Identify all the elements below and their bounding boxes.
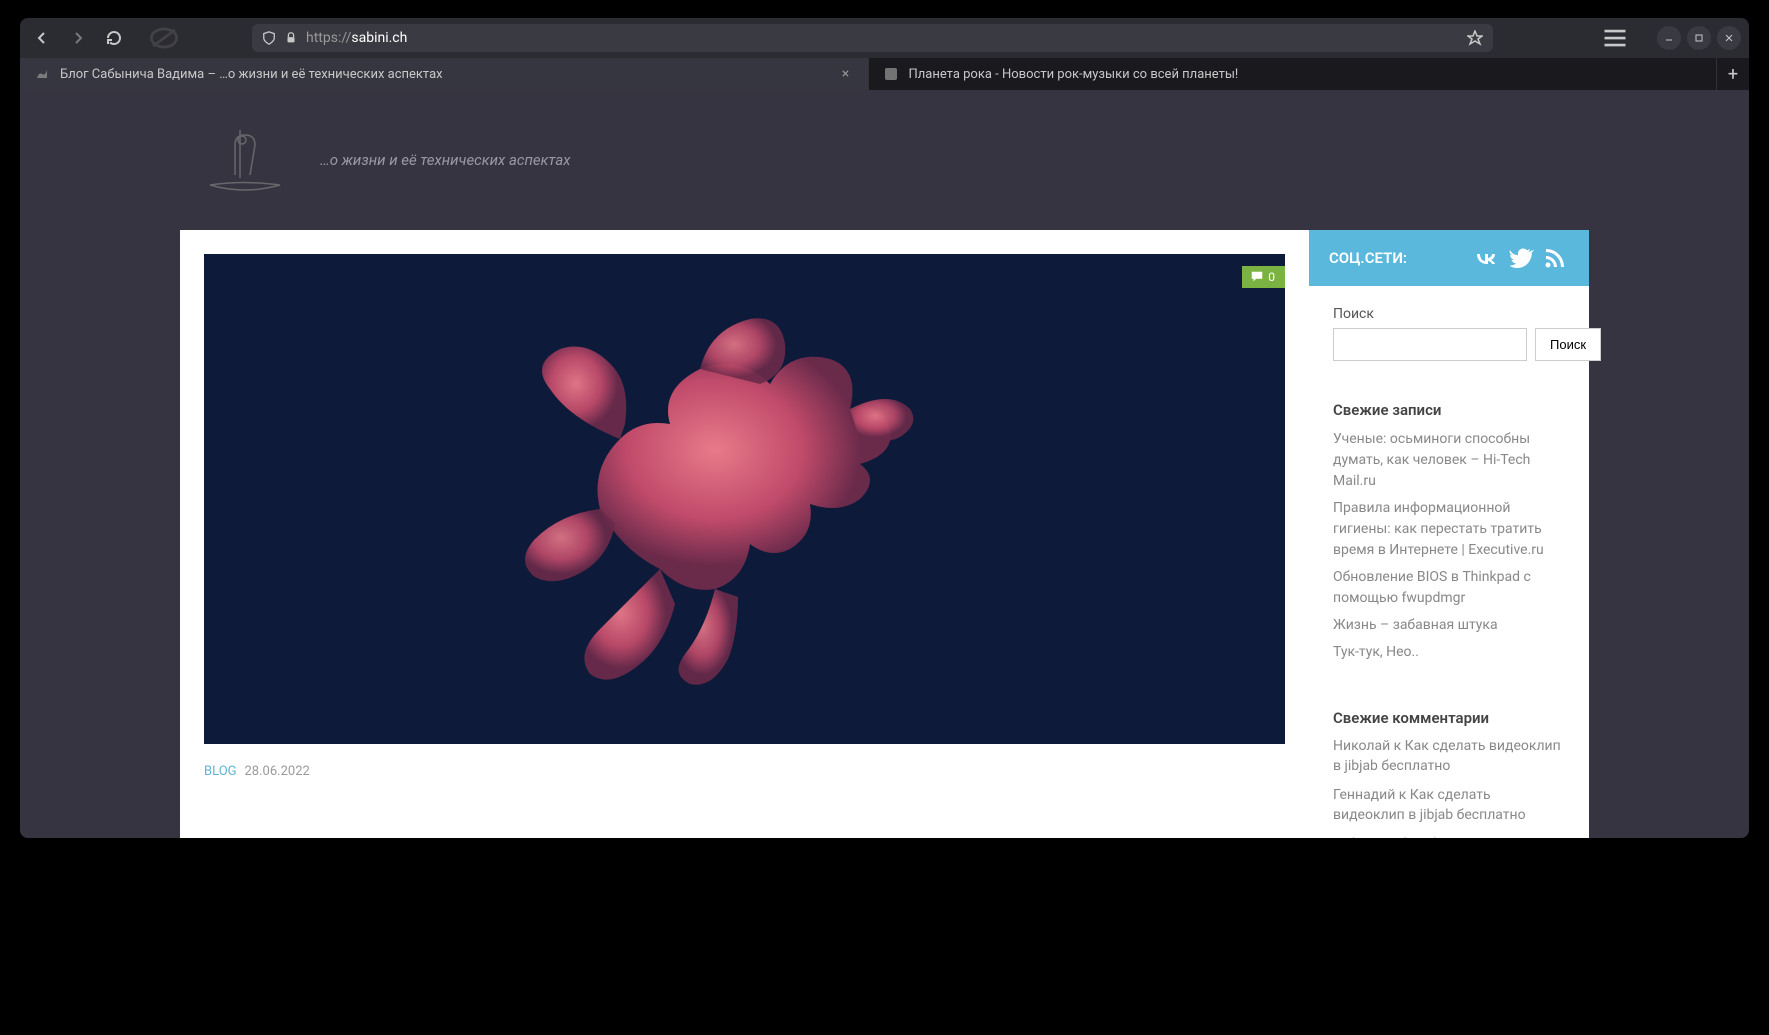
url-text: https://sabini.ch: [306, 30, 1459, 46]
maximize-button[interactable]: [1687, 26, 1711, 50]
twitter-icon[interactable]: [1507, 246, 1535, 270]
nav-buttons: [28, 24, 128, 52]
site-header: …о жизни и её технических аспектах: [20, 90, 1749, 230]
site-tagline: …о жизни и её технических аспектах: [320, 151, 571, 169]
recent-comment-link[interactable]: Николай к Как сделать видеоклип в jibjab…: [1333, 737, 1565, 776]
post-meta: BLOG 28.06.2022: [204, 764, 1285, 779]
search-button[interactable]: Поиск: [1535, 328, 1601, 361]
widget-title: Свежие записи: [1333, 401, 1565, 419]
comment-icon: [1250, 270, 1264, 284]
widget-title: Свежие комментарии: [1333, 709, 1565, 727]
recent-post-link[interactable]: Ученые: осьминоги способны думать, как ч…: [1333, 429, 1565, 492]
url-bar[interactable]: https://sabini.ch: [252, 24, 1493, 52]
recent-posts-widget: Свежие записи Ученые: осьминоги способны…: [1309, 381, 1589, 689]
social-icons: [1473, 246, 1569, 270]
sidebar: СОЦ.СЕТИ: Поиск Поиск Свежие запис: [1309, 230, 1589, 838]
forward-button[interactable]: [64, 24, 92, 52]
search-widget: Поиск Поиск: [1309, 286, 1589, 381]
page-content: …о жизни и её технических аспектах 0: [20, 90, 1749, 838]
lock-icon: [284, 31, 298, 45]
recent-comment-link[interactable]: vadim s. sabinich к Как сделать видеокли…: [1333, 835, 1565, 838]
tab-title: Блог Сабынича Вадима – …о жизни и её тех…: [60, 67, 828, 82]
tab-title: Планета рока - Новости рок-музыки со все…: [909, 67, 1703, 82]
post-featured-image[interactable]: 0: [204, 254, 1285, 744]
new-tab-button[interactable]: +: [1717, 58, 1749, 90]
comment-count: 0: [1268, 270, 1275, 284]
browser-toolbar: https://sabini.ch: [20, 18, 1749, 58]
social-bar: СОЦ.СЕТИ:: [1309, 230, 1589, 286]
favicon-icon: [34, 66, 50, 82]
window-controls: [1657, 26, 1741, 50]
main-wrap: 0: [180, 230, 1589, 838]
rss-icon[interactable]: [1541, 246, 1569, 270]
back-button[interactable]: [28, 24, 56, 52]
bookmark-star-icon[interactable]: [1467, 30, 1483, 46]
browser-logo-icon: [144, 23, 184, 53]
vk-icon[interactable]: [1473, 246, 1501, 270]
tab-active[interactable]: Блог Сабынича Вадима – …о жизни и её тех…: [20, 58, 869, 90]
octopus-image: [460, 289, 920, 709]
recent-comments-widget: Свежие комментарии Николай к Как сделать…: [1309, 689, 1589, 838]
recent-post-link[interactable]: Жизнь – забавная штука: [1333, 615, 1565, 636]
site-logo[interactable]: [200, 120, 290, 200]
reload-button[interactable]: [100, 24, 128, 52]
comment-count-badge[interactable]: 0: [1242, 266, 1285, 288]
search-input[interactable]: [1333, 328, 1527, 361]
content-area: 0: [180, 230, 1309, 838]
recent-post-link[interactable]: Обновление BIOS в Thinkpad с помощью fwu…: [1333, 567, 1565, 609]
shield-icon: [262, 31, 276, 45]
tab-bar: Блог Сабынича Вадима – …о жизни и её тех…: [20, 58, 1749, 90]
tab-inactive[interactable]: Планета рока - Новости рок-музыки со все…: [869, 58, 1718, 90]
browser-window: https://sabini.ch Блог Сабынича Вадима –…: [20, 18, 1749, 838]
search-label: Поиск: [1333, 306, 1565, 322]
tab-close-button[interactable]: ×: [838, 66, 854, 82]
post-date: 28.06.2022: [245, 764, 310, 779]
recent-comment-link[interactable]: Геннадий к Как сделать видеоклип в jibja…: [1333, 786, 1565, 825]
hamburger-menu-button[interactable]: [1601, 24, 1629, 52]
recent-post-link[interactable]: Тук-тук, Нео..: [1333, 642, 1565, 663]
social-title: СОЦ.СЕТИ:: [1329, 249, 1407, 267]
favicon-icon: [883, 66, 899, 82]
close-button[interactable]: [1717, 26, 1741, 50]
minimize-button[interactable]: [1657, 26, 1681, 50]
recent-post-link[interactable]: Правила информационной гигиены: как пере…: [1333, 498, 1565, 561]
post-category-link[interactable]: BLOG: [204, 764, 237, 779]
